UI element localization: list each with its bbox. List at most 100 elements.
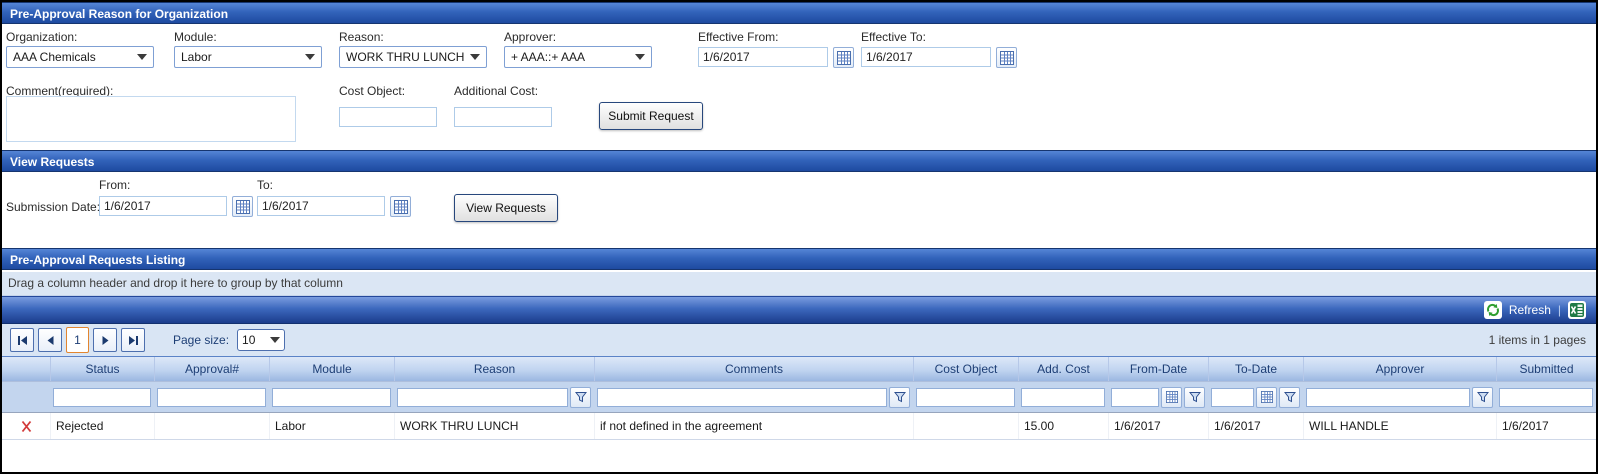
effective-from-label: Effective From: — [698, 30, 778, 44]
last-page-icon — [128, 335, 139, 346]
cost-object-filter-input[interactable] — [916, 388, 1015, 407]
column-header-reason[interactable]: Reason — [394, 357, 594, 381]
comment-textarea[interactable] — [6, 96, 296, 142]
current-page-number: 1 — [74, 333, 81, 347]
column-header-add-cost[interactable]: Add. Cost — [1018, 357, 1108, 381]
approver-select[interactable]: + AAA::+ AAA — [504, 46, 652, 68]
submission-to-input[interactable] — [257, 196, 385, 216]
refresh-icon — [1486, 303, 1500, 317]
column-header-module[interactable]: Module — [269, 357, 394, 381]
next-page-icon — [100, 335, 111, 346]
submission-to-calendar-button[interactable] — [390, 196, 411, 217]
column-header-submitted[interactable]: Submitted — [1496, 357, 1596, 381]
approver-filter-input[interactable] — [1306, 388, 1470, 407]
cell-cost-object — [913, 413, 1018, 439]
section-header-preapproval: Pre-Approval Reason for Organization — [2, 2, 1596, 24]
module-filter-input[interactable] — [272, 388, 391, 407]
section-header-view-requests: View Requests — [2, 150, 1596, 172]
comments-filter-input[interactable] — [597, 388, 887, 407]
column-header-status[interactable]: Status — [50, 357, 154, 381]
submission-from-calendar-button[interactable] — [232, 196, 253, 217]
column-header-approval[interactable]: Approval# — [154, 357, 269, 381]
column-header-to-date[interactable]: To-Date — [1208, 357, 1303, 381]
comments-filter-button[interactable] — [889, 387, 910, 408]
page-size-label: Page size: — [173, 333, 229, 347]
additional-cost-input[interactable] — [454, 107, 552, 127]
status-filter-input[interactable] — [53, 388, 151, 407]
from-date-calendar-button[interactable] — [1161, 387, 1182, 408]
module-select[interactable]: Labor — [174, 46, 322, 68]
from-label: From: — [99, 178, 130, 192]
calendar-icon — [1261, 391, 1273, 403]
section-title: Pre-Approval Reason for Organization — [10, 7, 228, 21]
cell-status: Rejected — [50, 413, 154, 439]
effective-from-calendar-button[interactable] — [833, 47, 854, 68]
approver-filter-button[interactable] — [1472, 387, 1493, 408]
reason-filter-input[interactable] — [397, 388, 568, 407]
section-title: View Requests — [10, 155, 94, 169]
next-page-button[interactable] — [93, 328, 117, 352]
dropdown-arrow-icon — [305, 54, 315, 60]
toolbar-separator: | — [1558, 303, 1561, 317]
items-count-info: 1 items in 1 pages — [1489, 324, 1586, 356]
dropdown-arrow-icon — [137, 54, 147, 60]
first-page-button[interactable] — [10, 328, 34, 352]
calendar-icon — [837, 51, 851, 65]
cell-to-date: 1/6/2017 — [1208, 413, 1303, 439]
reason-select[interactable]: WORK THRU LUNCH — [339, 46, 487, 68]
to-date-filter-button[interactable] — [1279, 387, 1300, 408]
from-date-filter-input[interactable] — [1111, 388, 1159, 407]
reason-filter-button[interactable] — [570, 387, 591, 408]
approver-selected-value: + AAA::+ AAA — [511, 50, 631, 64]
column-header-cost-object[interactable]: Cost Object — [913, 357, 1018, 381]
view-requests-button[interactable]: View Requests — [454, 194, 558, 222]
cost-object-input[interactable] — [339, 107, 437, 127]
submission-from-input[interactable] — [99, 196, 227, 216]
reason-selected-value: WORK THRU LUNCH — [346, 50, 466, 64]
refresh-label[interactable]: Refresh — [1509, 303, 1551, 317]
calendar-icon — [1166, 391, 1178, 403]
column-header-comments[interactable]: Comments — [594, 357, 913, 381]
approval-filter-input[interactable] — [157, 388, 266, 407]
grid-header-row: Status Approval# Module Reason Comments … — [2, 356, 1596, 382]
cell-approval — [154, 413, 269, 439]
current-page-indicator[interactable]: 1 — [66, 327, 89, 353]
to-date-calendar-button[interactable] — [1256, 387, 1277, 408]
page-size-value: 10 — [242, 333, 266, 347]
submit-request-button[interactable]: Submit Request — [599, 102, 703, 130]
prev-page-button[interactable] — [38, 328, 62, 352]
to-date-filter-input[interactable] — [1211, 388, 1254, 407]
export-excel-button[interactable] — [1568, 301, 1586, 319]
filter-cell-icon — [2, 382, 50, 412]
effective-to-calendar-button[interactable] — [996, 47, 1017, 68]
funnel-icon — [894, 391, 906, 403]
refresh-button[interactable] — [1484, 301, 1502, 319]
submit-request-label: Submit Request — [608, 109, 693, 123]
table-row: Rejected Labor WORK THRU LUNCH if not de… — [2, 412, 1596, 440]
column-header-icon — [2, 357, 50, 381]
from-date-filter-button[interactable] — [1184, 387, 1205, 408]
calendar-icon — [1000, 51, 1014, 65]
organization-select[interactable]: AAA Chemicals — [6, 46, 154, 68]
funnel-icon — [575, 391, 587, 403]
reason-label: Reason: — [339, 30, 384, 44]
cell-submitted: 1/6/2017 — [1496, 413, 1596, 439]
effective-to-input[interactable] — [861, 47, 991, 67]
pre-approval-page: Pre-Approval Reason for Organization Org… — [0, 0, 1598, 474]
submitted-filter-input[interactable] — [1499, 388, 1593, 407]
dropdown-arrow-icon — [470, 54, 480, 60]
effective-from-input[interactable] — [698, 47, 828, 67]
organization-selected-value: AAA Chemicals — [13, 50, 133, 64]
group-by-dropzone[interactable]: Drag a column header and drop it here to… — [2, 271, 1596, 296]
dropdown-arrow-icon — [635, 54, 645, 60]
cell-from-date: 1/6/2017 — [1108, 413, 1208, 439]
delete-row-button[interactable] — [2, 413, 50, 439]
last-page-button[interactable] — [121, 328, 145, 352]
group-by-hint: Drag a column header and drop it here to… — [8, 276, 343, 290]
column-header-approver[interactable]: Approver — [1303, 357, 1496, 381]
add-cost-filter-input[interactable] — [1021, 388, 1105, 407]
cell-reason: WORK THRU LUNCH — [394, 413, 594, 439]
cost-object-label: Cost Object: — [339, 84, 405, 98]
page-size-select[interactable]: 10 — [237, 329, 285, 351]
column-header-from-date[interactable]: From-Date — [1108, 357, 1208, 381]
